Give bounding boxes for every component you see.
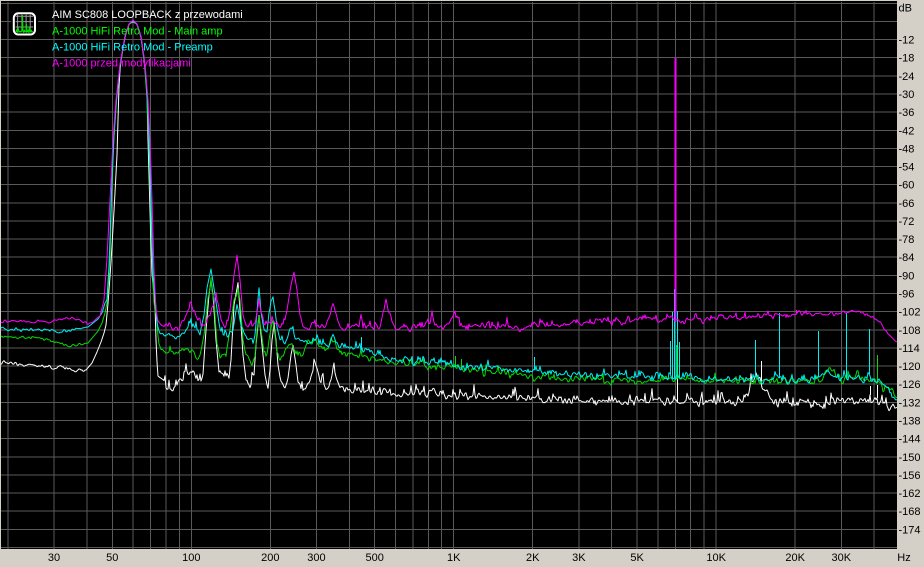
svg-text:300: 300	[307, 552, 325, 564]
svg-text:-60: -60	[899, 180, 915, 192]
svg-text:-150: -150	[899, 452, 921, 464]
svg-text:-96: -96	[899, 289, 915, 301]
svg-text:-138: -138	[899, 415, 921, 427]
svg-text:A-1000 przed modyfikacjami: A-1000 przed modyfikacjami	[52, 58, 191, 70]
svg-text:-126: -126	[899, 379, 921, 391]
svg-text:-156: -156	[899, 470, 921, 482]
svg-text:-30: -30	[899, 89, 915, 101]
svg-text:-114: -114	[899, 343, 920, 355]
svg-text:-108: -108	[899, 325, 921, 337]
svg-text:dB: dB	[899, 3, 912, 15]
svg-text:-42: -42	[899, 125, 915, 137]
svg-text:5K: 5K	[630, 552, 644, 564]
svg-text:-24: -24	[899, 71, 915, 83]
svg-text:-90: -90	[899, 270, 915, 282]
svg-text:Hz: Hz	[897, 552, 910, 564]
svg-text:-78: -78	[899, 234, 915, 246]
svg-text:100: 100	[182, 552, 200, 564]
svg-text:AIM SC808 LOOPBACK z przewodam: AIM SC808 LOOPBACK z przewodami	[52, 9, 243, 21]
svg-text:20K: 20K	[785, 552, 805, 564]
svg-text:-84: -84	[899, 252, 915, 264]
svg-text:200: 200	[261, 552, 279, 564]
svg-text:-132: -132	[899, 397, 921, 409]
svg-text:500: 500	[366, 552, 384, 564]
svg-text:10K: 10K	[706, 552, 726, 564]
svg-text:-102: -102	[899, 307, 921, 319]
svg-text:-48: -48	[899, 143, 915, 155]
svg-text:A-1000 HiFi Retro Mod - Preamp: A-1000 HiFi Retro Mod - Preamp	[52, 41, 213, 53]
svg-text:30K: 30K	[832, 552, 852, 564]
svg-text:-162: -162	[899, 488, 921, 500]
svg-text:-54: -54	[899, 162, 915, 174]
svg-text:3K: 3K	[572, 552, 586, 564]
svg-text:A-1000 HiFi Retro Mod - Main a: A-1000 HiFi Retro Mod - Main amp	[52, 25, 223, 37]
svg-text:-66: -66	[899, 198, 915, 210]
svg-text:2K: 2K	[526, 552, 540, 564]
svg-text:-36: -36	[899, 107, 915, 119]
svg-text:-12: -12	[899, 35, 915, 47]
svg-text:30: 30	[48, 552, 60, 564]
svg-text:-120: -120	[899, 361, 921, 373]
svg-text:50: 50	[106, 552, 118, 564]
svg-text:-174: -174	[899, 524, 921, 536]
svg-text:-144: -144	[899, 434, 921, 446]
svg-text:-18: -18	[899, 53, 915, 65]
svg-text:1K: 1K	[447, 552, 461, 564]
svg-text:-72: -72	[899, 216, 915, 228]
svg-text:-168: -168	[899, 506, 921, 518]
